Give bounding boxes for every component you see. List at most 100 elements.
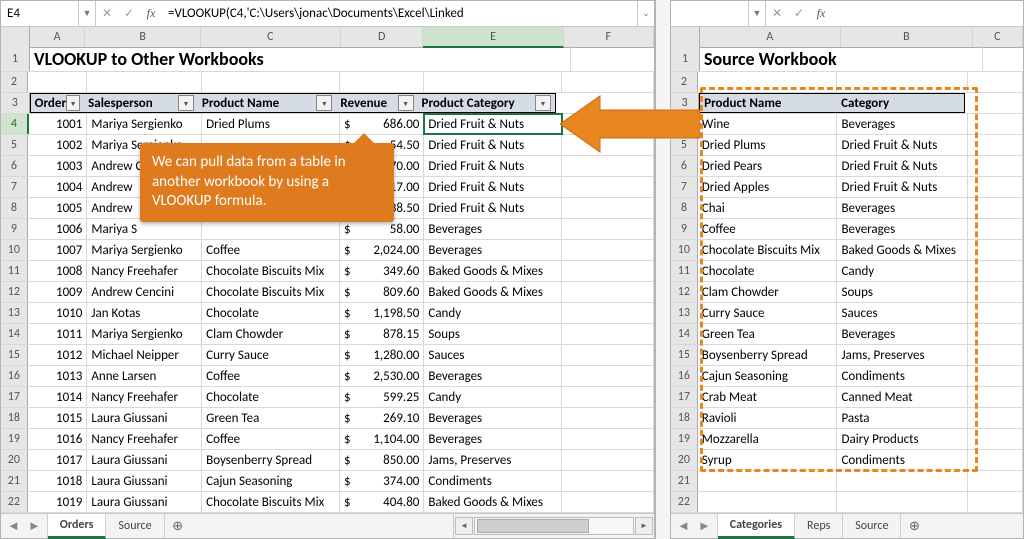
row-header[interactable]: 19: [671, 429, 698, 449]
cell[interactable]: [968, 261, 1023, 281]
cell-product[interactable]: Curry Sauce: [202, 345, 340, 365]
cell-revenue[interactable]: $850.00: [340, 450, 424, 470]
cell[interactable]: [968, 156, 1023, 176]
col-header-F[interactable]: F: [564, 27, 654, 47]
cell-category[interactable]: Canned Meat: [837, 387, 968, 407]
cell-revenue[interactable]: $269.10: [340, 408, 424, 428]
cell[interactable]: [968, 240, 1023, 260]
cell-category[interactable]: Beverages: [424, 429, 562, 449]
cell-product[interactable]: Curry Sauce: [698, 303, 838, 323]
cell[interactable]: [968, 408, 1023, 428]
cell[interactable]: [968, 114, 1023, 134]
enter-icon[interactable]: ✓: [118, 1, 140, 26]
sheet-tab-categories[interactable]: Categories: [718, 514, 795, 539]
table-header[interactable]: Product Name: [699, 93, 837, 113]
col-header-E[interactable]: E: [423, 27, 563, 48]
cell-category[interactable]: Beverages: [837, 219, 968, 239]
cell-category[interactable]: Jams, Preserves: [424, 450, 562, 470]
horizontal-scrollbar[interactable]: ◄ ►: [453, 514, 654, 538]
cell[interactable]: [698, 492, 838, 512]
name-box[interactable]: E4: [1, 1, 79, 26]
cell[interactable]: [562, 303, 654, 323]
cell-revenue[interactable]: $2,024.00: [340, 240, 424, 260]
cell-category[interactable]: Dried Fruit & Nuts: [837, 156, 968, 176]
cell[interactable]: [968, 198, 1023, 218]
cell-product[interactable]: Cajun Seasoning: [202, 471, 340, 491]
cell-salesperson[interactable]: Mariya Sergienko: [87, 324, 202, 344]
cell-order[interactable]: 1015: [28, 408, 88, 428]
cell[interactable]: [28, 72, 88, 92]
cell[interactable]: [698, 471, 838, 491]
row-header[interactable]: 22: [671, 492, 698, 512]
cell-order[interactable]: 1018: [28, 471, 88, 491]
sheet-tab-reps[interactable]: Reps: [795, 514, 843, 538]
cell-salesperson[interactable]: Anne Larsen: [87, 366, 202, 386]
row-header[interactable]: 14: [671, 324, 698, 344]
cell[interactable]: [968, 303, 1023, 323]
cancel-icon[interactable]: ✕: [96, 1, 118, 26]
cell[interactable]: [968, 177, 1023, 197]
enter-icon[interactable]: ✓: [788, 1, 810, 26]
filter-icon[interactable]: ▼: [178, 95, 194, 111]
cell-product[interactable]: Crab Meat: [698, 387, 838, 407]
cell-order[interactable]: 1013: [28, 366, 88, 386]
cell-revenue[interactable]: $2,530.00: [340, 366, 424, 386]
row-header[interactable]: 8: [1, 198, 28, 218]
cell-salesperson[interactable]: Laura Giussani: [87, 408, 202, 428]
cell-order[interactable]: 1012: [28, 345, 88, 365]
cell-category[interactable]: Dried Fruit & Nuts: [424, 156, 562, 176]
select-all-corner[interactable]: [1, 27, 30, 47]
filter-icon[interactable]: ▼: [535, 95, 551, 111]
cancel-icon[interactable]: ✕: [766, 1, 788, 26]
cell-revenue[interactable]: $58.00: [340, 219, 424, 239]
cell-product[interactable]: Dried Plums: [698, 135, 838, 155]
cell-salesperson[interactable]: Mariya S: [87, 219, 202, 239]
cell[interactable]: [968, 429, 1023, 449]
table-header[interactable]: Category: [837, 93, 965, 113]
cell-revenue[interactable]: $878.15: [340, 324, 424, 344]
cell[interactable]: [562, 387, 654, 407]
cell-product[interactable]: Chocolate Biscuits Mix: [202, 492, 340, 512]
cell[interactable]: [837, 492, 968, 512]
cell[interactable]: [424, 72, 562, 92]
row-header[interactable]: 13: [1, 303, 28, 323]
cell-order[interactable]: 1002: [28, 135, 88, 155]
table-header[interactable]: Product Name▼: [198, 93, 336, 113]
col-header-A[interactable]: A: [700, 27, 841, 47]
formula-expand-icon[interactable]: ⌄: [637, 1, 654, 26]
cell-order[interactable]: 1006: [28, 219, 88, 239]
row-header[interactable]: 12: [671, 282, 698, 302]
row-header[interactable]: 15: [1, 345, 28, 365]
cell-product[interactable]: Chocolate Biscuits Mix: [698, 240, 838, 260]
filter-icon[interactable]: ▼: [66, 95, 80, 111]
row-header[interactable]: 7: [671, 177, 698, 197]
cell[interactable]: [968, 72, 1023, 92]
new-sheet-button[interactable]: ⊕: [901, 514, 927, 538]
cell[interactable]: [562, 198, 654, 218]
cell-revenue[interactable]: $1,280.00: [340, 345, 424, 365]
cell-category[interactable]: Condiments: [837, 366, 968, 386]
row-header[interactable]: 12: [1, 282, 28, 302]
row-header[interactable]: 16: [1, 366, 28, 386]
cell-product[interactable]: Coffee: [202, 429, 340, 449]
row-header[interactable]: 11: [671, 261, 698, 281]
cell-order[interactable]: 1017: [28, 450, 88, 470]
cell[interactable]: [965, 93, 1023, 113]
cell[interactable]: [968, 345, 1023, 365]
cell[interactable]: [562, 72, 654, 92]
cell-category[interactable]: Condiments: [424, 471, 562, 491]
scroll-left-icon[interactable]: ◄: [455, 517, 473, 535]
cell[interactable]: [837, 471, 968, 491]
cell-category[interactable]: Condiments: [837, 450, 968, 470]
cell-product[interactable]: Chocolate Biscuits Mix: [202, 261, 340, 281]
cell[interactable]: [562, 471, 654, 491]
cell-salesperson[interactable]: Mariya Sergienko: [87, 240, 202, 260]
cell-category[interactable]: Candy: [424, 387, 562, 407]
cell[interactable]: [562, 261, 654, 281]
select-all-corner[interactable]: [671, 27, 700, 47]
cell[interactable]: [968, 135, 1023, 155]
row-header[interactable]: 20: [671, 450, 698, 470]
name-box-dropdown[interactable]: ▼: [79, 1, 96, 26]
cell[interactable]: [968, 387, 1023, 407]
cell-category[interactable]: Soups: [837, 282, 968, 302]
